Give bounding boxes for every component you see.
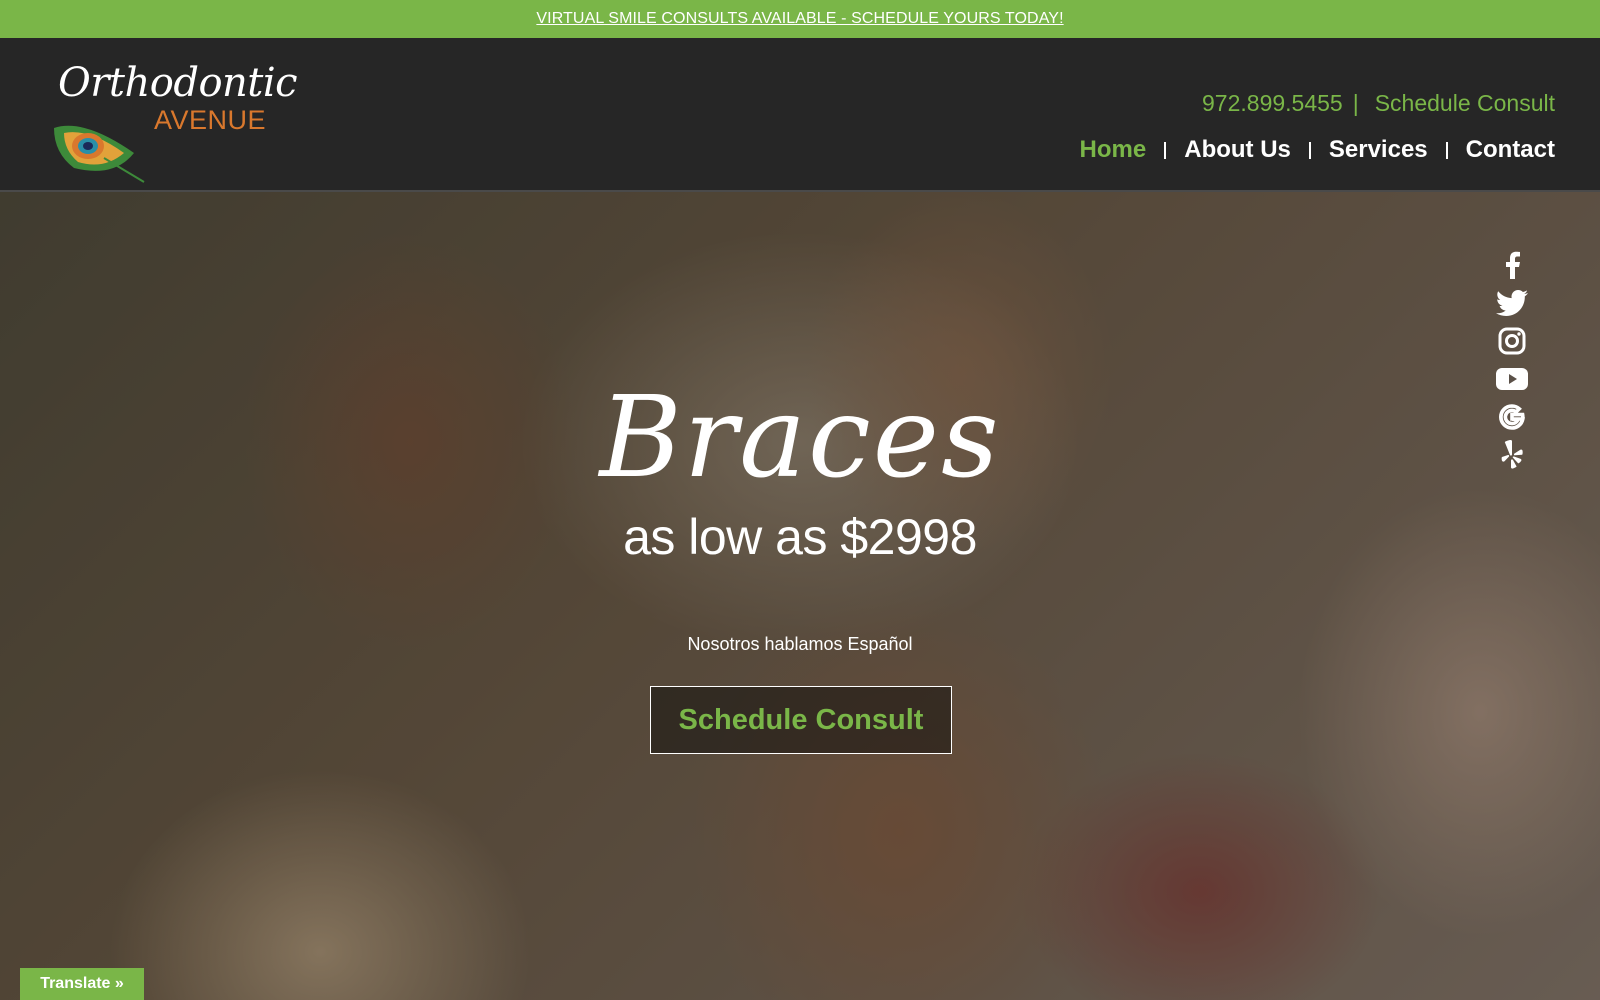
- instagram-icon[interactable]: [1494, 322, 1530, 360]
- header-contact: 972.899.5455 | Schedule Consult: [1202, 90, 1555, 117]
- hero-headline: Braces: [599, 373, 1001, 503]
- phone-link[interactable]: 972.899.5455: [1202, 90, 1343, 117]
- site-logo[interactable]: Orthodontic AVENUE: [44, 60, 298, 183]
- nav-divider: [1164, 141, 1167, 159]
- facebook-icon[interactable]: [1494, 246, 1530, 284]
- twitter-icon[interactable]: [1494, 284, 1530, 322]
- contact-separator: |: [1352, 90, 1359, 116]
- schedule-consult-button[interactable]: Schedule Consult: [650, 686, 952, 754]
- nav-contact[interactable]: Contact: [1466, 136, 1555, 164]
- announcement-link[interactable]: VIRTUAL SMILE CONSULTS AVAILABLE - SCHED…: [536, 10, 1063, 28]
- hero-section: Braces as low as $2998 Nosotros hablamos…: [0, 192, 1600, 1000]
- nav-services[interactable]: Services: [1329, 136, 1428, 164]
- announcement-bar: VIRTUAL SMILE CONSULTS AVAILABLE - SCHED…: [0, 0, 1600, 38]
- nav-divider: [1308, 141, 1311, 159]
- nav-divider: [1445, 141, 1448, 159]
- translate-button[interactable]: Translate »: [20, 968, 144, 1000]
- peacock-feather-icon: [44, 98, 154, 193]
- hero-price: as low as $2998: [623, 509, 977, 565]
- nav-home[interactable]: Home: [1080, 136, 1147, 164]
- site-header: Orthodontic AVENUE 972.899.5455 | Schedu…: [0, 38, 1600, 192]
- spanish-note: Nosotros hablamos Español: [687, 634, 913, 654]
- schedule-consult-link[interactable]: Schedule Consult: [1375, 90, 1555, 117]
- hero-overlay: [0, 192, 1600, 1000]
- logo-script-text: Orthodontic: [58, 60, 298, 106]
- main-nav: Home About Us Services Contact: [1080, 136, 1555, 164]
- logo-sub-text: AVENUE: [154, 105, 267, 135]
- nav-about-us[interactable]: About Us: [1184, 136, 1291, 164]
